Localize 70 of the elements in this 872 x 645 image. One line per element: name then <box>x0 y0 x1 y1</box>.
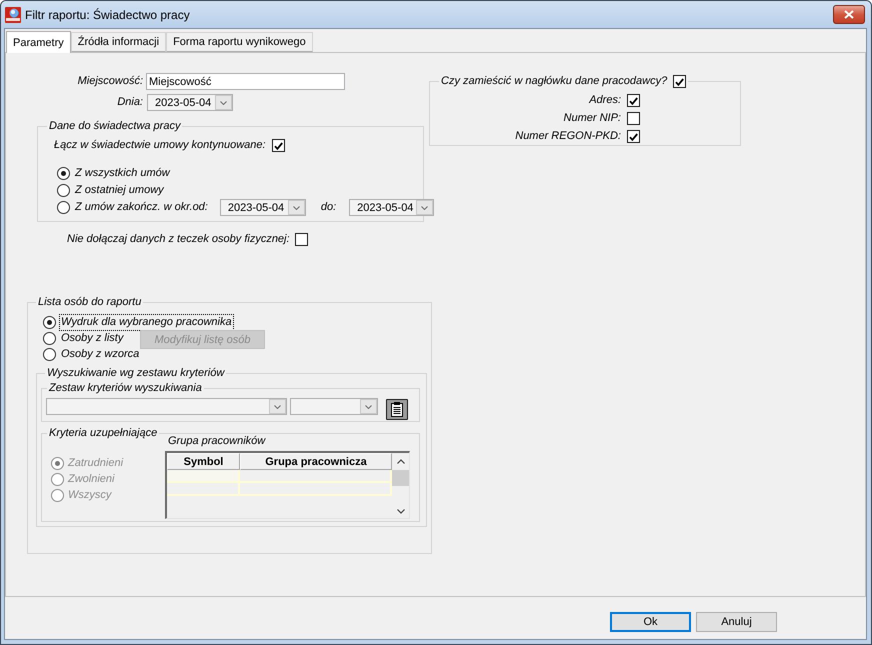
radio-button[interactable] <box>57 184 70 197</box>
radio-button[interactable] <box>57 167 70 180</box>
chevron-down-icon <box>220 100 227 104</box>
checkbox[interactable] <box>627 112 640 125</box>
checkbox-label: Łącz w świadectwie umowy kontynuowane: <box>54 139 266 152</box>
option-label: Zatrudnieni <box>68 456 124 470</box>
dropdown-button[interactable] <box>269 399 286 414</box>
tab[interactable]: Parametry <box>6 31 71 53</box>
checkmark-icon <box>629 132 638 140</box>
option-label: Zwolnieni <box>68 472 114 486</box>
option-label: Osoby z listy <box>60 330 124 346</box>
close-button[interactable] <box>833 5 865 24</box>
tab[interactable]: Forma raportu wynikowego <box>166 32 313 52</box>
document-button[interactable] <box>386 399 408 420</box>
date-combo[interactable]: 2023-05-04 <box>220 199 306 216</box>
dialog-button[interactable]: Anuluj <box>696 612 777 632</box>
group-title: Wyszukiwanie wg zestawu kryteriów <box>46 367 226 380</box>
checkbox[interactable] <box>627 130 640 143</box>
group-title: Zestaw kryteriów wyszukiwania <box>48 382 203 395</box>
chevron-down-icon <box>292 206 300 210</box>
checkmark-icon <box>274 142 283 150</box>
radio-button[interactable] <box>43 316 56 328</box>
chevron-down-icon <box>274 404 281 408</box>
date-combo[interactable]: 2023-05-04 <box>147 94 233 111</box>
checkbox-label: Nie dołączaj danych z teczek osoby fizycznej: <box>67 233 290 246</box>
radio-button[interactable] <box>43 348 56 361</box>
dropdown-button[interactable] <box>215 95 232 110</box>
radio-button[interactable] <box>57 201 70 214</box>
field-label: Miejscowość: <box>76 75 143 88</box>
group-title: Dane do świadectwa pracy <box>48 120 182 133</box>
dialog-button[interactable]: Ok <box>610 612 691 632</box>
option-label: Z ostatniej umowy <box>75 184 164 197</box>
text-field[interactable]: Miejscowość <box>146 73 345 90</box>
checkbox[interactable] <box>272 139 285 152</box>
group-title: Kryteria uzupełniające <box>48 427 158 440</box>
checkmark-icon <box>629 96 638 104</box>
checkbox[interactable] <box>673 75 686 88</box>
column-header: Grupa pracownicza <box>240 453 392 470</box>
group-title: Czy zamieścić w nagłówku dane pracodawcy? <box>441 75 668 88</box>
option-label: Osoby z wzorca <box>60 347 140 362</box>
checkmark-icon <box>675 78 684 86</box>
window-title: Filtr raportu: Świadectwo pracy <box>25 8 190 22</box>
field-label: Dnia: <box>116 96 143 109</box>
chevron-down-icon <box>421 206 428 210</box>
checkbox[interactable] <box>294 233 308 246</box>
checkbox-label: Adres: <box>589 94 621 107</box>
close-icon <box>844 10 854 19</box>
scroll-up-icon <box>396 459 404 464</box>
document-icon <box>391 402 403 417</box>
chevron-down-icon <box>365 404 372 408</box>
table-title: Grupa pracowników <box>168 435 267 448</box>
app-logo-icon <box>5 6 21 22</box>
dropdown-button[interactable] <box>288 200 305 215</box>
scroll-down-icon <box>396 508 404 514</box>
column-header: Symbol <box>167 453 240 470</box>
date-combo[interactable]: 2023-05-04 <box>349 199 434 216</box>
radio-button[interactable] <box>43 332 56 344</box>
scrollbar-thumb[interactable] <box>392 470 409 486</box>
field-label: do: <box>320 201 336 214</box>
checkbox-label: Numer NIP: <box>564 112 621 125</box>
dropdown-button[interactable] <box>416 200 434 215</box>
group-title: Lista osób do raportu <box>37 296 142 309</box>
checkbox-label: Numer REGON-PKD: <box>515 130 621 143</box>
option-label: Z wszystkich umów <box>75 167 170 180</box>
option-label: Wszyscy <box>68 488 112 502</box>
tab[interactable]: Źródła informacji <box>70 32 166 52</box>
checkbox[interactable] <box>627 94 640 107</box>
option-label: Z umów zakończ. w okr.od: <box>75 201 208 214</box>
option-label: Wydruk dla wybranego pracownika <box>60 314 233 330</box>
dropdown-button[interactable] <box>360 399 377 414</box>
